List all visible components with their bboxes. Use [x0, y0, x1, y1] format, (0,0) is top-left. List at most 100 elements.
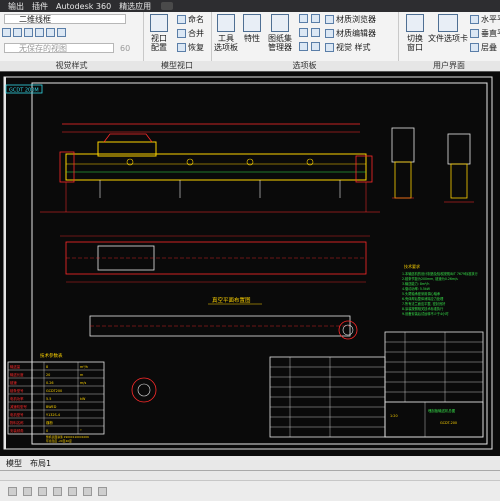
panel-title-palettes[interactable]: 选项板 [211, 61, 398, 71]
named-label: 命名 [188, 15, 204, 24]
restore-viewports-button[interactable]: 恢复 [177, 42, 204, 53]
param-note: 环境温度 -20至40度 [46, 439, 72, 443]
menu-item-featured-apps[interactable]: 精选应用 [119, 1, 151, 12]
info-icon[interactable] [311, 42, 320, 51]
external-ref-icon[interactable] [311, 28, 320, 37]
switch-windows-button[interactable]: 切换 窗口 [402, 14, 428, 52]
param-unit: kW [80, 397, 86, 401]
layer-icon[interactable] [299, 14, 308, 23]
visual-styles-button[interactable]: 视觉 样式 [325, 42, 371, 53]
file-tabs-icon [438, 14, 458, 32]
tech-notes-title: 技术要求 [404, 263, 420, 269]
param-name: 链速 [10, 380, 17, 385]
section-title: 真空平面布置图 [212, 296, 251, 304]
opacity-value[interactable]: 60 [120, 44, 130, 53]
tab-model[interactable]: 模型 [6, 458, 22, 469]
param-unit: ° [80, 429, 82, 433]
panel-title-model-viewport[interactable]: 模型视口 [143, 61, 211, 71]
param-name: 减速机型号 [10, 404, 28, 409]
layout-tabs: 模型 布局1 [6, 458, 51, 469]
light-icon[interactable] [35, 28, 44, 37]
title-block: 埋刮板输送机总图 GCDT-200 1:20 [384, 401, 484, 438]
quick-tools-col2 [311, 14, 322, 23]
switch-windows-icon [406, 14, 424, 32]
join-icon [177, 29, 186, 38]
tile-vertical-button[interactable]: 垂直平 [470, 28, 500, 39]
viewport-label: GCDT 200M [9, 88, 39, 94]
sheet-set-label: 图纸集 管理器 [268, 34, 292, 52]
param-value: 8 [46, 365, 48, 369]
tech-note-9: 9.设备安装后试运转不少于4小时 [402, 311, 449, 316]
tech-note-8: 8.涂装按照相关技术标准执行 [402, 306, 444, 311]
menu-item-plugins[interactable]: 插件 [32, 1, 48, 12]
panel-model-viewport: 视口 配置 命名 合并 恢复 模型视口 [143, 12, 212, 71]
sheet-set-icon [271, 14, 289, 32]
materials-editor-icon [325, 29, 334, 38]
param-name: 安装倾角 [10, 428, 24, 433]
tab-layout1[interactable]: 布局1 [30, 458, 51, 469]
trough-section-view [89, 315, 358, 340]
param-name: 物料名称 [10, 420, 24, 425]
drawing-canvas[interactable]: GCDT 200M 真空平面布置图 技术要求 1.本输送机的设计制造及验收按照J… [0, 71, 500, 457]
param-name: 电机功率 [10, 396, 24, 401]
tile-horizontal-button[interactable]: 水平平 [470, 14, 500, 25]
panel-palettes: 工具 选项板 特性 图纸集 管理器 材质浏览器 材质编辑器 视觉 样式 选项板 [211, 12, 399, 71]
tool-palettes-button[interactable]: 工具 选项板 [213, 14, 239, 52]
menu-bar: 输出 插件 Autodesk 360 精选应用 [0, 0, 500, 12]
materials-browser-button[interactable]: 材质浏览器 [325, 14, 376, 25]
title-block-name: 埋刮板输送机总图 [428, 408, 456, 413]
osnap-icon[interactable] [68, 487, 77, 496]
param-unit: m/s [80, 381, 86, 385]
quick-tools-col-2 [299, 28, 310, 37]
conveyor-elevation [40, 123, 380, 213]
flange-detail [131, 377, 157, 403]
grid-icon[interactable] [8, 487, 17, 496]
join-label: 合并 [188, 29, 204, 38]
markup-icon[interactable] [299, 42, 308, 51]
cascade-button[interactable]: 层叠 [470, 42, 497, 53]
tool-palettes-icon [217, 14, 235, 32]
named-viewports-button[interactable]: 命名 [177, 14, 204, 25]
panel-title-user-interface[interactable]: 用户界面 [398, 61, 500, 71]
params-table: 技术参数表 输送量 8 m³/h 输送长度 20 m 链速 0.26 m/s 链… [7, 352, 105, 443]
menu-item-autodesk360[interactable]: Autodesk 360 [56, 2, 111, 11]
cloud-icon[interactable] [161, 2, 174, 10]
tech-note-3: 3.输送能力: 8m³/h [402, 281, 429, 286]
restore-label: 恢复 [188, 43, 204, 52]
orbit-icon[interactable] [2, 28, 11, 37]
otrack-icon[interactable] [83, 487, 92, 496]
color-ball-icon[interactable] [46, 28, 55, 37]
sphere-icon[interactable] [24, 28, 33, 37]
lineweight-icon[interactable] [98, 487, 107, 496]
tile-horizontal-icon [470, 15, 479, 24]
tile-vertical-label: 垂直平 [481, 29, 500, 38]
viewport-config-button[interactable]: 视口 配置 [146, 14, 172, 52]
ortho-icon[interactable] [38, 487, 47, 496]
calc-icon[interactable] [299, 28, 308, 37]
saved-view-dropdown[interactable]: 无保存的视图 [4, 43, 114, 53]
design-center-icon[interactable] [311, 14, 320, 23]
title-block-scale: 1:20 [390, 414, 398, 418]
join-viewports-button[interactable]: 合并 [177, 28, 204, 39]
shade-icon[interactable] [13, 28, 22, 37]
polar-icon[interactable] [53, 487, 62, 496]
snap-icon[interactable] [23, 487, 32, 496]
sheet-set-button[interactable]: 图纸集 管理器 [265, 14, 295, 52]
param-value: Y132S-4 [46, 413, 60, 417]
materials-editor-button[interactable]: 材质编辑器 [325, 28, 376, 39]
materials-browser-icon [325, 15, 334, 24]
file-tabs-button[interactable]: 文件选项卡 [428, 14, 468, 43]
param-name: 输送长度 [10, 372, 24, 377]
menu-item-output[interactable]: 输出 [8, 1, 24, 12]
param-value: 5.5 [46, 397, 51, 401]
properties-button[interactable]: 特性 [239, 14, 265, 43]
tech-note-4: 4.驱动功率: 5.5kW [402, 286, 431, 291]
visual-style-dropdown[interactable]: 二维线框 [4, 14, 126, 24]
restore-icon [177, 43, 186, 52]
wire-icon[interactable] [57, 28, 66, 37]
quick-tools-col [299, 14, 310, 23]
viewport-config-label: 视口 配置 [151, 34, 167, 52]
param-unit: m [80, 373, 84, 377]
status-icons [8, 487, 113, 496]
panel-title-visual-styles[interactable]: 视觉样式 [0, 61, 143, 71]
